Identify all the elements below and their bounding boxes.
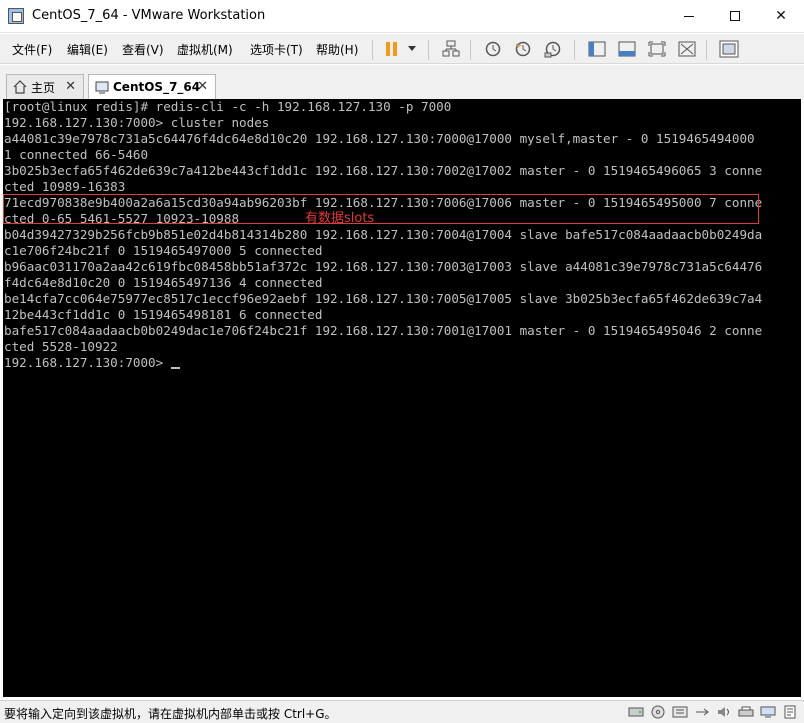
tab-centos[interactable]: CentOS_7_64 ✕ xyxy=(88,74,216,99)
power-dropdown-caret-icon[interactable] xyxy=(408,46,416,51)
console-view-button[interactable] xyxy=(718,39,740,59)
console-line: c1e706f24bc21f 0 1519465497000 5 connect… xyxy=(4,243,323,258)
console-view-icon xyxy=(719,40,739,58)
highlight-box xyxy=(3,194,759,224)
cd-dvd-icon[interactable] xyxy=(650,705,666,719)
tab-bar: 主页 ✕ CentOS_7_64 ✕ xyxy=(0,65,804,99)
revert-snapshot-icon xyxy=(515,41,531,57)
menu-view[interactable]: 查看(V) xyxy=(122,41,164,58)
minimize-button[interactable] xyxy=(666,0,712,32)
annotation-label: 有数据slots xyxy=(305,211,375,226)
printer-icon[interactable] xyxy=(738,705,754,719)
maximize-button[interactable] xyxy=(712,0,758,32)
close-icon: ✕ xyxy=(775,8,787,24)
show-library-button[interactable] xyxy=(586,39,608,59)
console-output: [root@linux redis]# redis-cli -c -h 192.… xyxy=(4,99,762,371)
message-log-icon[interactable] xyxy=(782,705,798,719)
console-line: a44081c39e7978c731a5c64476f4dc64e8d10c20… xyxy=(4,131,755,146)
thumbnail-icon xyxy=(618,41,636,57)
status-message: 要将输入定向到该虚拟机，请在虚拟机内部单击或按 Ctrl+G。 xyxy=(4,707,337,721)
pause-icon xyxy=(385,42,397,56)
menu-edit[interactable]: 编辑(E) xyxy=(67,41,108,58)
console-line: f4dc64e8d10c20 0 1519465497136 4 connect… xyxy=(4,275,323,290)
tab-home-close-icon[interactable]: ✕ xyxy=(65,79,76,94)
unity-button[interactable] xyxy=(676,39,698,59)
snapshot-manager-icon xyxy=(544,41,561,58)
console-line: be14cfa7cc064e75977ec8517c1eccf96e92aebf… xyxy=(4,291,763,306)
hard-disk-icon[interactable] xyxy=(628,705,644,719)
send-ctrl-alt-del-button[interactable] xyxy=(440,39,462,59)
unity-icon xyxy=(678,41,696,57)
library-icon xyxy=(588,41,606,57)
thumbnail-bar-button[interactable] xyxy=(616,39,638,59)
sound-card-icon[interactable] xyxy=(716,705,732,719)
network-icon xyxy=(442,40,460,57)
toolbar-separator xyxy=(574,40,575,60)
close-button[interactable]: ✕ xyxy=(758,0,804,32)
take-snapshot-button[interactable] xyxy=(482,39,504,59)
console-prompt: 192.168.127.130:7000> xyxy=(4,355,171,370)
revert-snapshot-button[interactable] xyxy=(512,39,534,59)
toolbar-separator xyxy=(706,40,707,60)
vmware-app-icon xyxy=(8,8,24,24)
maximize-icon xyxy=(730,11,740,21)
menu-help[interactable]: 帮助(H) xyxy=(316,41,358,58)
toolbar-separator xyxy=(372,40,373,60)
snapshot-icon xyxy=(485,41,501,57)
menu-bar: 文件(F) 编辑(E) 查看(V) 虚拟机(M) 选项卡(T) 帮助(H) xyxy=(0,34,804,64)
vm-console[interactable]: [root@linux redis]# redis-cli -c -h 192.… xyxy=(3,99,801,697)
menu-vm[interactable]: 虚拟机(M) xyxy=(177,41,233,58)
console-line: cted 5528-10922 xyxy=(4,339,118,354)
snapshot-manager-button[interactable] xyxy=(542,39,564,59)
console-line: 192.168.127.130:7000> cluster nodes xyxy=(4,115,270,130)
text-cursor xyxy=(170,367,180,369)
console-line: bafe517c084aadaacb0b0249dac1e706f24bc21f… xyxy=(4,323,763,338)
tab-centos-label: CentOS_7_64 xyxy=(113,80,201,94)
full-screen-icon xyxy=(648,41,666,57)
window-title: CentOS_7_64 - VMware Workstation xyxy=(32,8,266,23)
network-adapter-icon[interactable] xyxy=(672,705,688,719)
usb-icon[interactable] xyxy=(694,705,710,719)
title-bar: CentOS_7_64 - VMware Workstation ✕ xyxy=(0,0,804,33)
device-icons xyxy=(628,705,798,719)
pause-button[interactable] xyxy=(380,39,402,59)
status-bar: 要将输入定向到该虚拟机，请在虚拟机内部单击或按 Ctrl+G。 xyxy=(0,700,804,723)
full-screen-button[interactable] xyxy=(646,39,668,59)
vm-icon xyxy=(95,80,109,94)
minimize-icon xyxy=(684,15,694,17)
console-line: 1 connected 66-5460 xyxy=(4,147,149,162)
tab-close-icon[interactable]: ✕ xyxy=(197,79,208,94)
console-line: b04d39427329b256fcb9b851e02d4b814314b280… xyxy=(4,227,763,242)
console-line: [root@linux redis]# redis-cli -c -h 192.… xyxy=(4,99,452,114)
console-line: b96aac031170a2aa42c619fbc08458bb51af372c… xyxy=(4,259,763,274)
toolbar-separator xyxy=(470,40,471,60)
toolbar-separator xyxy=(428,40,429,60)
console-line: 12be443cf1dd1c 0 1519465498181 6 connect… xyxy=(4,307,323,322)
home-icon xyxy=(13,80,27,94)
menu-file[interactable]: 文件(F) xyxy=(12,41,52,58)
console-line: cted 10989-16383 xyxy=(4,179,126,194)
menu-tabs[interactable]: 选项卡(T) xyxy=(250,41,303,58)
console-line: 3b025b3ecfa65f462de639c7a412be443cf1dd1c… xyxy=(4,163,763,178)
console-prompt-line: 192.168.127.130:7000> xyxy=(4,355,762,371)
tab-home[interactable]: 主页 ✕ xyxy=(6,74,84,99)
display-icon[interactable] xyxy=(760,705,776,719)
tab-home-label: 主页 xyxy=(31,80,56,95)
